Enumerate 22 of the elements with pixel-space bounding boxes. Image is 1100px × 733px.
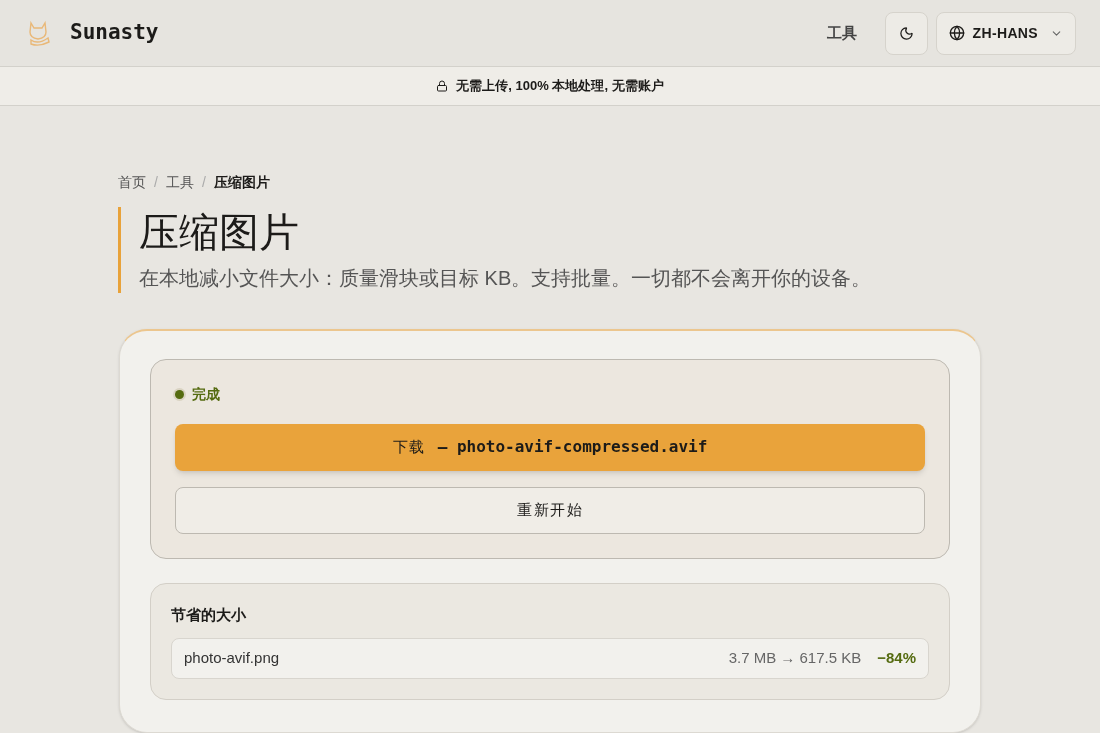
moon-icon	[898, 25, 914, 41]
download-button[interactable]: 下载 — photo-avif-compressed.avif	[175, 423, 925, 471]
breadcrumb-link[interactable]: 首页	[118, 171, 146, 193]
page-title: 压缩图片	[139, 208, 300, 257]
breadcrumb-separator: /	[201, 172, 206, 192]
current-page-label: 压缩图片	[213, 172, 270, 192]
status-text: 完成	[192, 384, 220, 404]
globe-icon	[948, 25, 965, 42]
savings-title: 节省的大小	[171, 604, 247, 625]
lock-icon	[436, 79, 449, 92]
file-name: photo-avif.png	[184, 648, 280, 669]
breadcrumb-separator: /	[154, 172, 158, 192]
restart-button[interactable]: 重新开始	[175, 486, 925, 534]
language-button[interactable]: ZH-HANS	[935, 11, 1076, 55]
tools-link[interactable]: 工具	[826, 21, 857, 45]
page-subtitle: 在本地减小文件大小：质量滑块或目标 KB。支持批量。一切都不会离开你的设备。	[139, 265, 873, 291]
dark-mode-button[interactable]	[884, 11, 928, 55]
breadcrumb-link[interactable]: 工具	[165, 171, 194, 193]
privacy-text: 无需上传, 100% 本地处理, 无需账户	[456, 77, 664, 96]
percent-saved: −84%	[877, 648, 916, 669]
size-change: 3.7 MB → 617.5 KB	[728, 648, 862, 669]
brand-name[interactable]: Sunasty	[70, 17, 159, 49]
